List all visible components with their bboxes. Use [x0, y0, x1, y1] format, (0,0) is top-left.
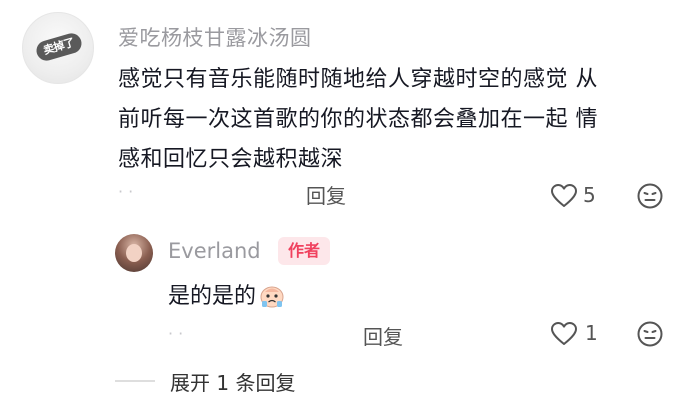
heart-outline-icon — [551, 322, 577, 345]
reply-reply-button[interactable]: 回复 — [363, 321, 403, 350]
comment-like-count: 5 — [583, 183, 596, 207]
comment-text: 感觉只有音乐能随时随地给人穿越时空的感觉 从 前听每一次这首歌的你的状态都会叠加… — [118, 60, 658, 180]
reply-author-avatar[interactable] — [115, 234, 153, 272]
meh-face-icon — [637, 321, 663, 347]
comment-author-name[interactable]: 爱吃杨枝甘露冰汤圆 — [118, 22, 312, 52]
reply-text: 是的是的 — [168, 284, 257, 309]
comment-reply-button[interactable]: 回复 — [306, 180, 346, 209]
author-badge: 作者 — [278, 237, 330, 265]
comment-timestamp: · · — [118, 182, 134, 201]
reply-like-button[interactable] — [551, 322, 577, 350]
meh-face-icon — [637, 183, 663, 209]
expand-divider — [115, 380, 155, 382]
reply-text-row: 是的是的 — [168, 278, 285, 310]
comment-like-button[interactable] — [551, 184, 577, 212]
crying-face-emoji — [260, 286, 284, 308]
reply-timestamp: · · — [168, 324, 184, 343]
reply-dislike-button[interactable] — [637, 321, 663, 351]
comment-dislike-button[interactable] — [637, 183, 663, 213]
expand-replies-button[interactable]: 展开 1 条回复 — [170, 367, 295, 396]
comment-text-line: 感和回忆只会越积越深 — [118, 147, 344, 172]
heart-outline-icon — [551, 184, 577, 207]
comment-text-line: 感觉只有音乐能随时随地给人穿越时空的感觉 从 — [118, 67, 598, 92]
comment-text-line: 前听每一次这首歌的你的状态都会叠加在一起 情 — [118, 107, 598, 132]
reply-author-name[interactable]: Everland — [168, 239, 261, 263]
reply-like-count: 1 — [585, 321, 598, 345]
